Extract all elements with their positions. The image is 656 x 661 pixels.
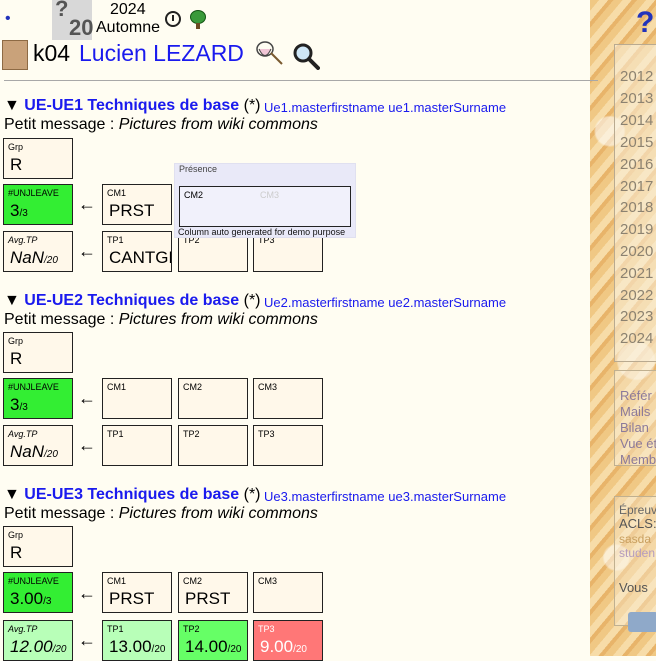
collapse-triangle-icon[interactable]: ▼ [4, 486, 20, 503]
semester-label: Automne [96, 19, 161, 36]
tp1-cell[interactable]: TP1 [102, 425, 172, 466]
thumbs-up-button[interactable] [628, 612, 656, 632]
tp2-cell[interactable]: TP2 14.00/20 [178, 620, 248, 661]
tp1-cell[interactable]: TP1CANTGRAB [102, 231, 172, 272]
cm2-cell[interactable]: CM2 [178, 378, 248, 419]
arrow: ← [78, 388, 96, 408]
cm1-cell[interactable]: CM1 [102, 378, 172, 419]
grp-cell[interactable]: Grp R [3, 332, 73, 373]
year-link[interactable]: 2022 [620, 287, 653, 304]
cm3-cell[interactable]: CM3 [253, 378, 323, 419]
year-link[interactable]: 2016 [620, 156, 653, 173]
cm2-cell[interactable]: CM2 CM3 [179, 186, 351, 227]
cm2-cell[interactable]: CM2 PRST [178, 572, 248, 613]
side-link[interactable]: Mails [620, 404, 650, 419]
epreuve-line: studen [619, 546, 656, 560]
year-link[interactable]: 2013 [620, 90, 653, 107]
menu-dot[interactable]: • [5, 10, 11, 28]
ue3-title-text[interactable]: UE-UE3 Techniques de base [24, 486, 239, 503]
year-link[interactable]: 2023 [620, 308, 653, 325]
ue3-message: Petit message : Pictures from wiki commo… [4, 505, 318, 522]
grade-logo-numerator: ? [55, 0, 69, 21]
year-link[interactable]: 2024 [620, 330, 653, 347]
arrow: ← [78, 583, 96, 603]
arrow: ← [78, 435, 96, 455]
avg-tp-cell[interactable]: Avg.TP NaN/20 [3, 231, 73, 272]
avg-tp-cell[interactable]: Avg.TP 12.00/20 [3, 620, 73, 661]
cm1-cell[interactable]: CM1 PRST [102, 184, 172, 225]
year-link[interactable]: 2021 [620, 265, 653, 282]
side-link[interactable]: Memb [620, 452, 656, 467]
unjleave-cell[interactable]: #UNJLEAVE 3/3 [3, 184, 73, 225]
epreuve-label: Épreuv [619, 503, 656, 517]
year-link[interactable]: 2018 [620, 199, 653, 216]
ue3-star: (*) [243, 486, 261, 503]
side-link[interactable]: Vue ét [620, 436, 656, 451]
butterfly-net-icon[interactable] [255, 40, 283, 66]
vous-text: Vous [619, 580, 648, 595]
unjleave-cell[interactable]: #UNJLEAVE 3.00/3 [3, 572, 73, 613]
student-id: k04 [33, 40, 71, 66]
grp-cell[interactable]: Grp R [3, 526, 73, 567]
student-avatar [2, 40, 28, 70]
ue2-star: (*) [243, 292, 261, 309]
ue2-title[interactable]: ▼ UE-UE2 Techniques de base (*) [4, 292, 261, 310]
grade-logo-icon: ? 20 [52, 0, 94, 40]
ue2-title-text[interactable]: UE-UE2 Techniques de base [24, 292, 239, 309]
column-popup-footer: Column auto generated for demo purpose [178, 227, 346, 237]
tp1-cell[interactable]: TP1 13.00/20 [102, 620, 172, 661]
cm3-cell[interactable]: CM3 [253, 572, 323, 613]
collapse-triangle-icon[interactable]: ▼ [4, 292, 20, 309]
ue1-star: (*) [243, 97, 261, 114]
ue3-title[interactable]: ▼ UE-UE3 Techniques de base (*) [4, 486, 261, 504]
collapse-triangle-icon[interactable]: ▼ [4, 97, 20, 114]
unjleave-cell[interactable]: #UNJLEAVE 3/3 [3, 378, 73, 419]
year-link[interactable]: 2017 [620, 178, 653, 195]
side-link[interactable]: Référ [620, 388, 652, 403]
header-divider [4, 80, 598, 81]
arrow: ← [78, 241, 96, 261]
ue3-master-link[interactable]: Ue3.masterfirstname ue3.masterSurname [264, 489, 506, 504]
year-link[interactable]: 2014 [620, 112, 653, 129]
year-link[interactable]: 2019 [620, 221, 653, 238]
year-link[interactable]: 2015 [620, 134, 653, 151]
tp3-cell[interactable]: TP3 [253, 425, 323, 466]
tp2-cell[interactable]: TP2 [178, 425, 248, 466]
grp-cell[interactable]: Grp R [3, 138, 73, 179]
ue2-master-link[interactable]: Ue2.masterfirstname ue2.masterSurname [264, 295, 506, 310]
side-link[interactable]: Bilan [620, 420, 649, 435]
ue1-message: Petit message : Pictures from wiki commo… [4, 116, 318, 133]
year-link[interactable]: 2012 [620, 68, 653, 85]
column-popup: Présence CM2 CM3 Column auto generated f… [174, 163, 356, 238]
search-icon[interactable] [292, 42, 320, 70]
year-link[interactable]: 2020 [620, 243, 653, 260]
column-popup-title: Présence [179, 164, 218, 174]
help-button[interactable]: ? [636, 6, 654, 40]
year-label: 2024 [110, 1, 146, 18]
ue1-title[interactable]: ▼ UE-UE1 Techniques de base (*) [4, 97, 261, 115]
epreuve-line: ACLS: [619, 516, 656, 531]
grade-logo-denominator: 20 [69, 15, 94, 40]
avg-tp-cell[interactable]: Avg.TP NaN/20 [3, 425, 73, 466]
tree-icon[interactable] [190, 10, 206, 30]
ue2-message: Petit message : Pictures from wiki commo… [4, 311, 318, 328]
ue1-title-text[interactable]: UE-UE1 Techniques de base [24, 97, 239, 114]
student-name-link[interactable]: Lucien LEZARD [79, 40, 244, 67]
epreuve-line: sasda [619, 532, 652, 546]
tp3-cell[interactable]: TP3 9.00/20 [253, 620, 323, 661]
ue1-master-link[interactable]: Ue1.masterfirstname ue1.masterSurname [264, 100, 506, 115]
arrow: ← [78, 630, 96, 650]
arrow: ← [78, 194, 96, 214]
clock-icon[interactable] [165, 11, 181, 27]
cm1-cell[interactable]: CM1 PRST [102, 572, 172, 613]
